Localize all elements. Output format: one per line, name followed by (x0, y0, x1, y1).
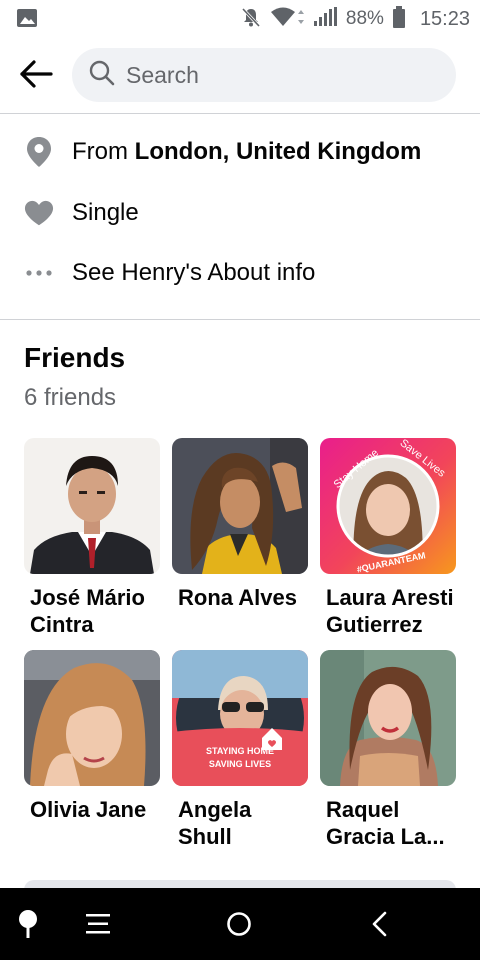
from-location: London, United Kingdom (134, 138, 422, 165)
friend-name[interactable]: Olivia Jane (30, 796, 160, 823)
friend-name[interactable]: Raquel Gracia La... (326, 796, 456, 850)
frame-text-line2: SAVING LIVES (209, 759, 271, 769)
bell-off-icon (240, 6, 262, 33)
clock-time: 15:23 (419, 7, 470, 30)
status-bar: 88% 15:23 (0, 0, 480, 38)
friend-photo[interactable] (172, 438, 308, 574)
about-info-link[interactable]: See Henry's About info (0, 245, 480, 301)
friend-card[interactable]: Rona Alves (172, 438, 308, 611)
friend-photo[interactable] (24, 650, 160, 786)
intro-section: From London, United Kingdom Single See H… (0, 115, 480, 320)
frame-text-line1: STAYING HOME (206, 746, 274, 756)
friend-name[interactable]: Angela Shull (178, 796, 308, 850)
friend-name[interactable]: Laura Aresti Gutierrez (326, 584, 456, 638)
friends-count: 6 friends (24, 384, 117, 411)
friend-name[interactable]: José Mário Cintra (30, 584, 160, 638)
friend-card[interactable]: Raquel Gracia La... (320, 650, 456, 850)
navigation-bar (0, 888, 480, 960)
arrow-left-icon (19, 59, 53, 94)
friend-photo[interactable]: Stay Home Save Lives #QUARANTEAM (320, 438, 456, 574)
search-icon (88, 59, 116, 92)
relationship-status: Single (72, 199, 139, 226)
top-bar: Search (0, 38, 480, 114)
image-icon (16, 8, 38, 33)
friends-heading: Friends (24, 342, 126, 373)
search-input[interactable]: Search (72, 48, 456, 102)
friend-photo[interactable] (320, 650, 456, 786)
from-prefix: From (72, 138, 135, 165)
friend-card[interactable]: STAYING HOME SAVING LIVES Angela Shull (172, 650, 308, 850)
friend-card[interactable]: Olivia Jane (24, 650, 160, 823)
pin-icon[interactable] (10, 906, 46, 942)
hometown-row: From London, United Kingdom (0, 124, 480, 180)
battery-percentage: 88% (345, 8, 384, 29)
heart-icon (24, 198, 54, 228)
about-info-label: See Henry's About info (72, 259, 316, 286)
wifi-icon (270, 6, 304, 33)
back-button[interactable] (16, 56, 56, 96)
location-pin-icon (24, 137, 54, 167)
more-dots-icon (24, 258, 54, 288)
friend-photo[interactable] (24, 438, 160, 574)
signal-icon (312, 6, 338, 33)
relationship-row: Single (0, 185, 480, 241)
friend-photo[interactable]: STAYING HOME SAVING LIVES (172, 650, 308, 786)
home-icon[interactable] (221, 906, 257, 942)
battery-icon (392, 5, 406, 33)
friend-card[interactable]: Stay Home Save Lives #QUARANTEAM Laura A… (320, 438, 456, 638)
nav-back-icon[interactable] (362, 906, 398, 942)
search-placeholder: Search (126, 61, 199, 88)
menu-icon[interactable] (80, 906, 116, 942)
friend-card[interactable]: José Mário Cintra (24, 438, 160, 638)
friend-name[interactable]: Rona Alves (178, 584, 308, 611)
